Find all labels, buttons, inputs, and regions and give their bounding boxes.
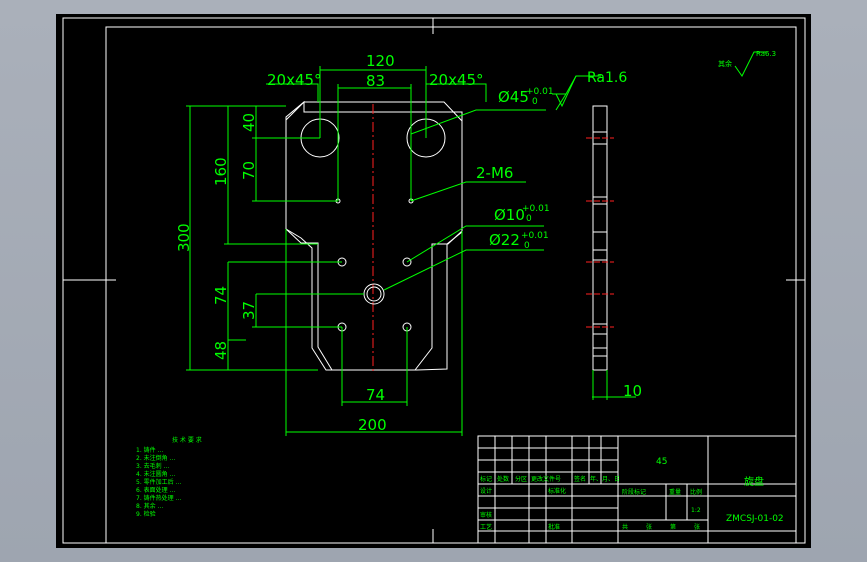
dim-hole10-tol-upper: +0.01 [522,204,550,214]
th-no: 第 [670,523,676,531]
dim-300: 300 [175,223,193,252]
th-stage: 阶段标记 [622,488,646,496]
dim-40: 40 [240,113,258,132]
dim-chamfer-right: 20x45° [429,71,484,89]
cad-viewport[interactable]: 120 83 20x45° 20x45° Ø45 +0.01 0 Ra1.6 2… [0,0,867,562]
title-block: 45 旋盘 ZMCSJ-01-02 1:2 标记 处数 分区 更改文件号 签名 … [477,435,797,544]
inner-frame [105,26,797,544]
th-sign: 签名 [574,475,586,483]
th-sheet2: 张 [694,523,700,531]
th-date: 年、月、日 [590,475,620,483]
note-item: 1. 铸件 ... [136,446,163,454]
dim-hole10-tol-lower: 0 [526,214,532,224]
note-item: 4. 未注圆角 ... [136,470,175,478]
dim-hole10: Ø10 [494,206,525,224]
dim-hole22: Ø22 [489,231,520,249]
surface-other-label: 其余 [718,59,732,68]
dim-160: 160 [212,157,230,186]
note-item: 7. 铸件热处理 ... [136,494,181,502]
th-change: 更改文件号 [531,475,561,483]
outer-frame [62,17,806,544]
drawing-canvas[interactable]: 120 83 20x45° 20x45° Ø45 +0.01 0 Ra1.6 2… [56,14,811,548]
th-weight: 重量 [669,488,681,496]
dim-70: 70 [240,161,258,180]
th-std: 标准化 [548,487,566,495]
notes-title: 技 术 要 求 [172,436,202,444]
dim-74h: 74 [366,386,385,404]
dim-chamfer-left: 20x45° [267,71,322,89]
dim-hole45-tol-upper: +0.01 [526,87,554,97]
side-view [586,105,614,400]
plate-outline [285,100,463,371]
surface-other-value: Ra6.3 [756,50,776,58]
dim-thread: 2-M6 [476,164,513,182]
note-item: 6. 表面处理 ... [136,486,175,494]
note-item: 2. 未注倒角 ... [136,454,175,462]
th-design: 设计 [480,487,492,495]
dim-hole45-tol-lower: 0 [532,97,538,107]
dim-thickness: 10 [623,382,642,400]
th-approve: 批准 [548,523,560,531]
note-item: 3. 去毛刺 ... [136,462,169,470]
note-item: 5. 零件加工后 ... [136,478,181,486]
th-count: 处数 [497,475,509,483]
th-zone: 分区 [515,475,527,483]
dim-roughness: Ra1.6 [587,70,627,86]
dim-37: 37 [240,301,258,320]
technical-notes: 技 术 要 求 1. 铸件 ... 2. 未注倒角 ... 3. 去毛刺 ...… [136,436,202,518]
dim-200: 200 [358,416,387,434]
dim-83: 83 [366,72,385,90]
th-mark: 标记 [480,475,492,483]
th-process: 工艺 [480,523,492,531]
title-part-name: 旋盘 [744,475,764,488]
dim-48: 48 [212,341,230,360]
note-item: 8. 其余 ... [136,502,163,510]
dim-hole22-tol-upper: +0.01 [521,231,549,241]
th-scale: 比例 [690,488,702,496]
title-material: 45 [656,457,667,467]
dim-74v: 74 [212,286,230,305]
drawing-svg: 120 83 20x45° 20x45° Ø45 +0.01 0 Ra1.6 2… [62,17,806,544]
hole-22-inner [366,286,382,302]
th-sheet: 张 [646,523,652,531]
title-drawing-no: ZMCSJ-01-02 [726,514,784,524]
dim-120: 120 [366,52,395,70]
title-scale: 1:2 [691,507,701,514]
dim-hole45: Ø45 [498,88,529,106]
th-total: 共 [622,523,628,531]
note-item: 9. 检验 [136,510,156,518]
th-check: 审核 [480,511,492,519]
dim-hole22-tol-lower: 0 [524,241,530,251]
